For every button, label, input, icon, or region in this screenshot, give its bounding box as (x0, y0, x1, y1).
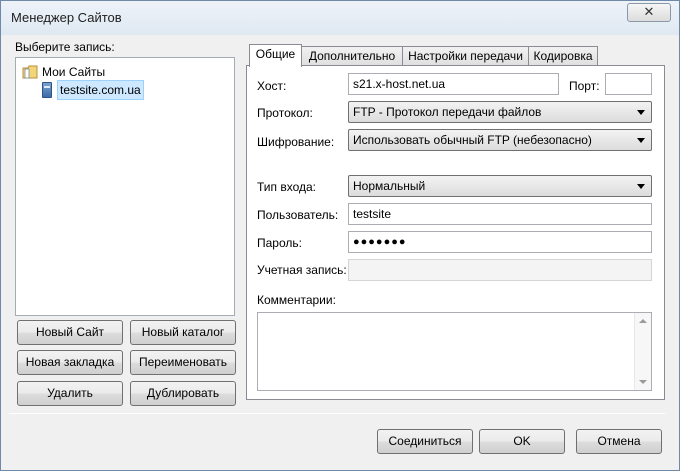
duplicate-button[interactable]: Дублировать (130, 381, 236, 406)
password-label: Пароль: (257, 236, 302, 250)
select-entry-label: Выберите запись: (15, 40, 115, 54)
logon-type-select-value: Нормальный (353, 179, 426, 193)
cancel-button[interactable]: Отмена (576, 429, 662, 454)
connect-button[interactable]: Соединиться (377, 429, 473, 454)
host-field[interactable]: s21.x-host.net.ua (348, 73, 559, 95)
comments-textarea[interactable] (257, 312, 652, 391)
tab-charset[interactable]: Кодировка (528, 46, 598, 67)
encryption-select-value: Использовать обычный FTP (небезопасно) (353, 133, 592, 147)
protocol-label: Протокол: (257, 106, 313, 120)
dialog-body: Выберите запись: Мои Сайты testsite.com.… (9, 35, 671, 464)
tree-root-label: Мои Сайты (42, 64, 106, 79)
general-tab-panel: Хост: s21.x-host.net.ua Порт: Протокол: … (246, 65, 665, 400)
scroll-up-icon[interactable] (639, 319, 647, 323)
encryption-select[interactable]: Использовать обычный FTP (небезопасно) (348, 129, 652, 151)
footer-separator (9, 413, 665, 414)
port-field[interactable] (605, 73, 652, 95)
new-folder-button[interactable]: Новый каталог (130, 320, 236, 345)
comments-scrollbar[interactable] (634, 313, 651, 390)
user-field[interactable]: testsite (348, 203, 652, 225)
title-bar[interactable]: Менеджер Сайтов ✕ (1, 1, 679, 35)
site-tree[interactable]: Мои Сайты testsite.com.ua (15, 57, 235, 316)
delete-button[interactable]: Удалить (17, 381, 123, 406)
encryption-label: Шифрование: (257, 135, 335, 149)
close-icon: ✕ (643, 4, 655, 19)
rename-button[interactable]: Переименовать (130, 350, 236, 375)
tree-child-label: testsite.com.ua (57, 80, 144, 100)
port-label: Порт: (569, 79, 600, 93)
scroll-down-icon[interactable] (639, 380, 647, 384)
tab-transfer-settings[interactable]: Настройки передачи (402, 46, 529, 67)
new-bookmark-button[interactable]: Новая закладка (17, 350, 123, 375)
chevron-down-icon (637, 184, 645, 189)
host-label: Хост: (257, 79, 287, 93)
separator (257, 161, 652, 162)
tab-general[interactable]: Общие (249, 44, 302, 67)
protocol-select-value: FTP - Протокол передачи файлов (353, 105, 542, 119)
chevron-down-icon (637, 138, 645, 143)
comments-label: Комментарии: (257, 293, 336, 307)
window-title: Менеджер Сайтов (11, 10, 122, 25)
logon-type-select[interactable]: Нормальный (348, 175, 652, 197)
protocol-select[interactable]: FTP - Протокол передачи файлов (348, 101, 652, 123)
chevron-down-icon (637, 110, 645, 115)
logon-type-label: Тип входа: (257, 180, 316, 194)
folder-icon (22, 65, 38, 79)
password-field[interactable]: ●●●●●●● (348, 231, 652, 253)
user-label: Пользователь: (257, 208, 339, 222)
server-icon (42, 82, 52, 98)
site-manager-window: Менеджер Сайтов ✕ Выберите запись: Мои С… (0, 0, 680, 471)
account-label: Учетная запись: (257, 263, 347, 277)
tab-advanced[interactable]: Дополнительно (301, 46, 403, 67)
ok-button[interactable]: OK (479, 429, 565, 454)
account-field (348, 259, 652, 281)
close-button[interactable]: ✕ (627, 3, 671, 22)
tree-item-testsite[interactable]: testsite.com.ua (42, 80, 144, 100)
tree-item-my-sites[interactable]: Мои Сайты (22, 62, 105, 80)
new-site-button[interactable]: Новый Сайт (17, 320, 123, 345)
